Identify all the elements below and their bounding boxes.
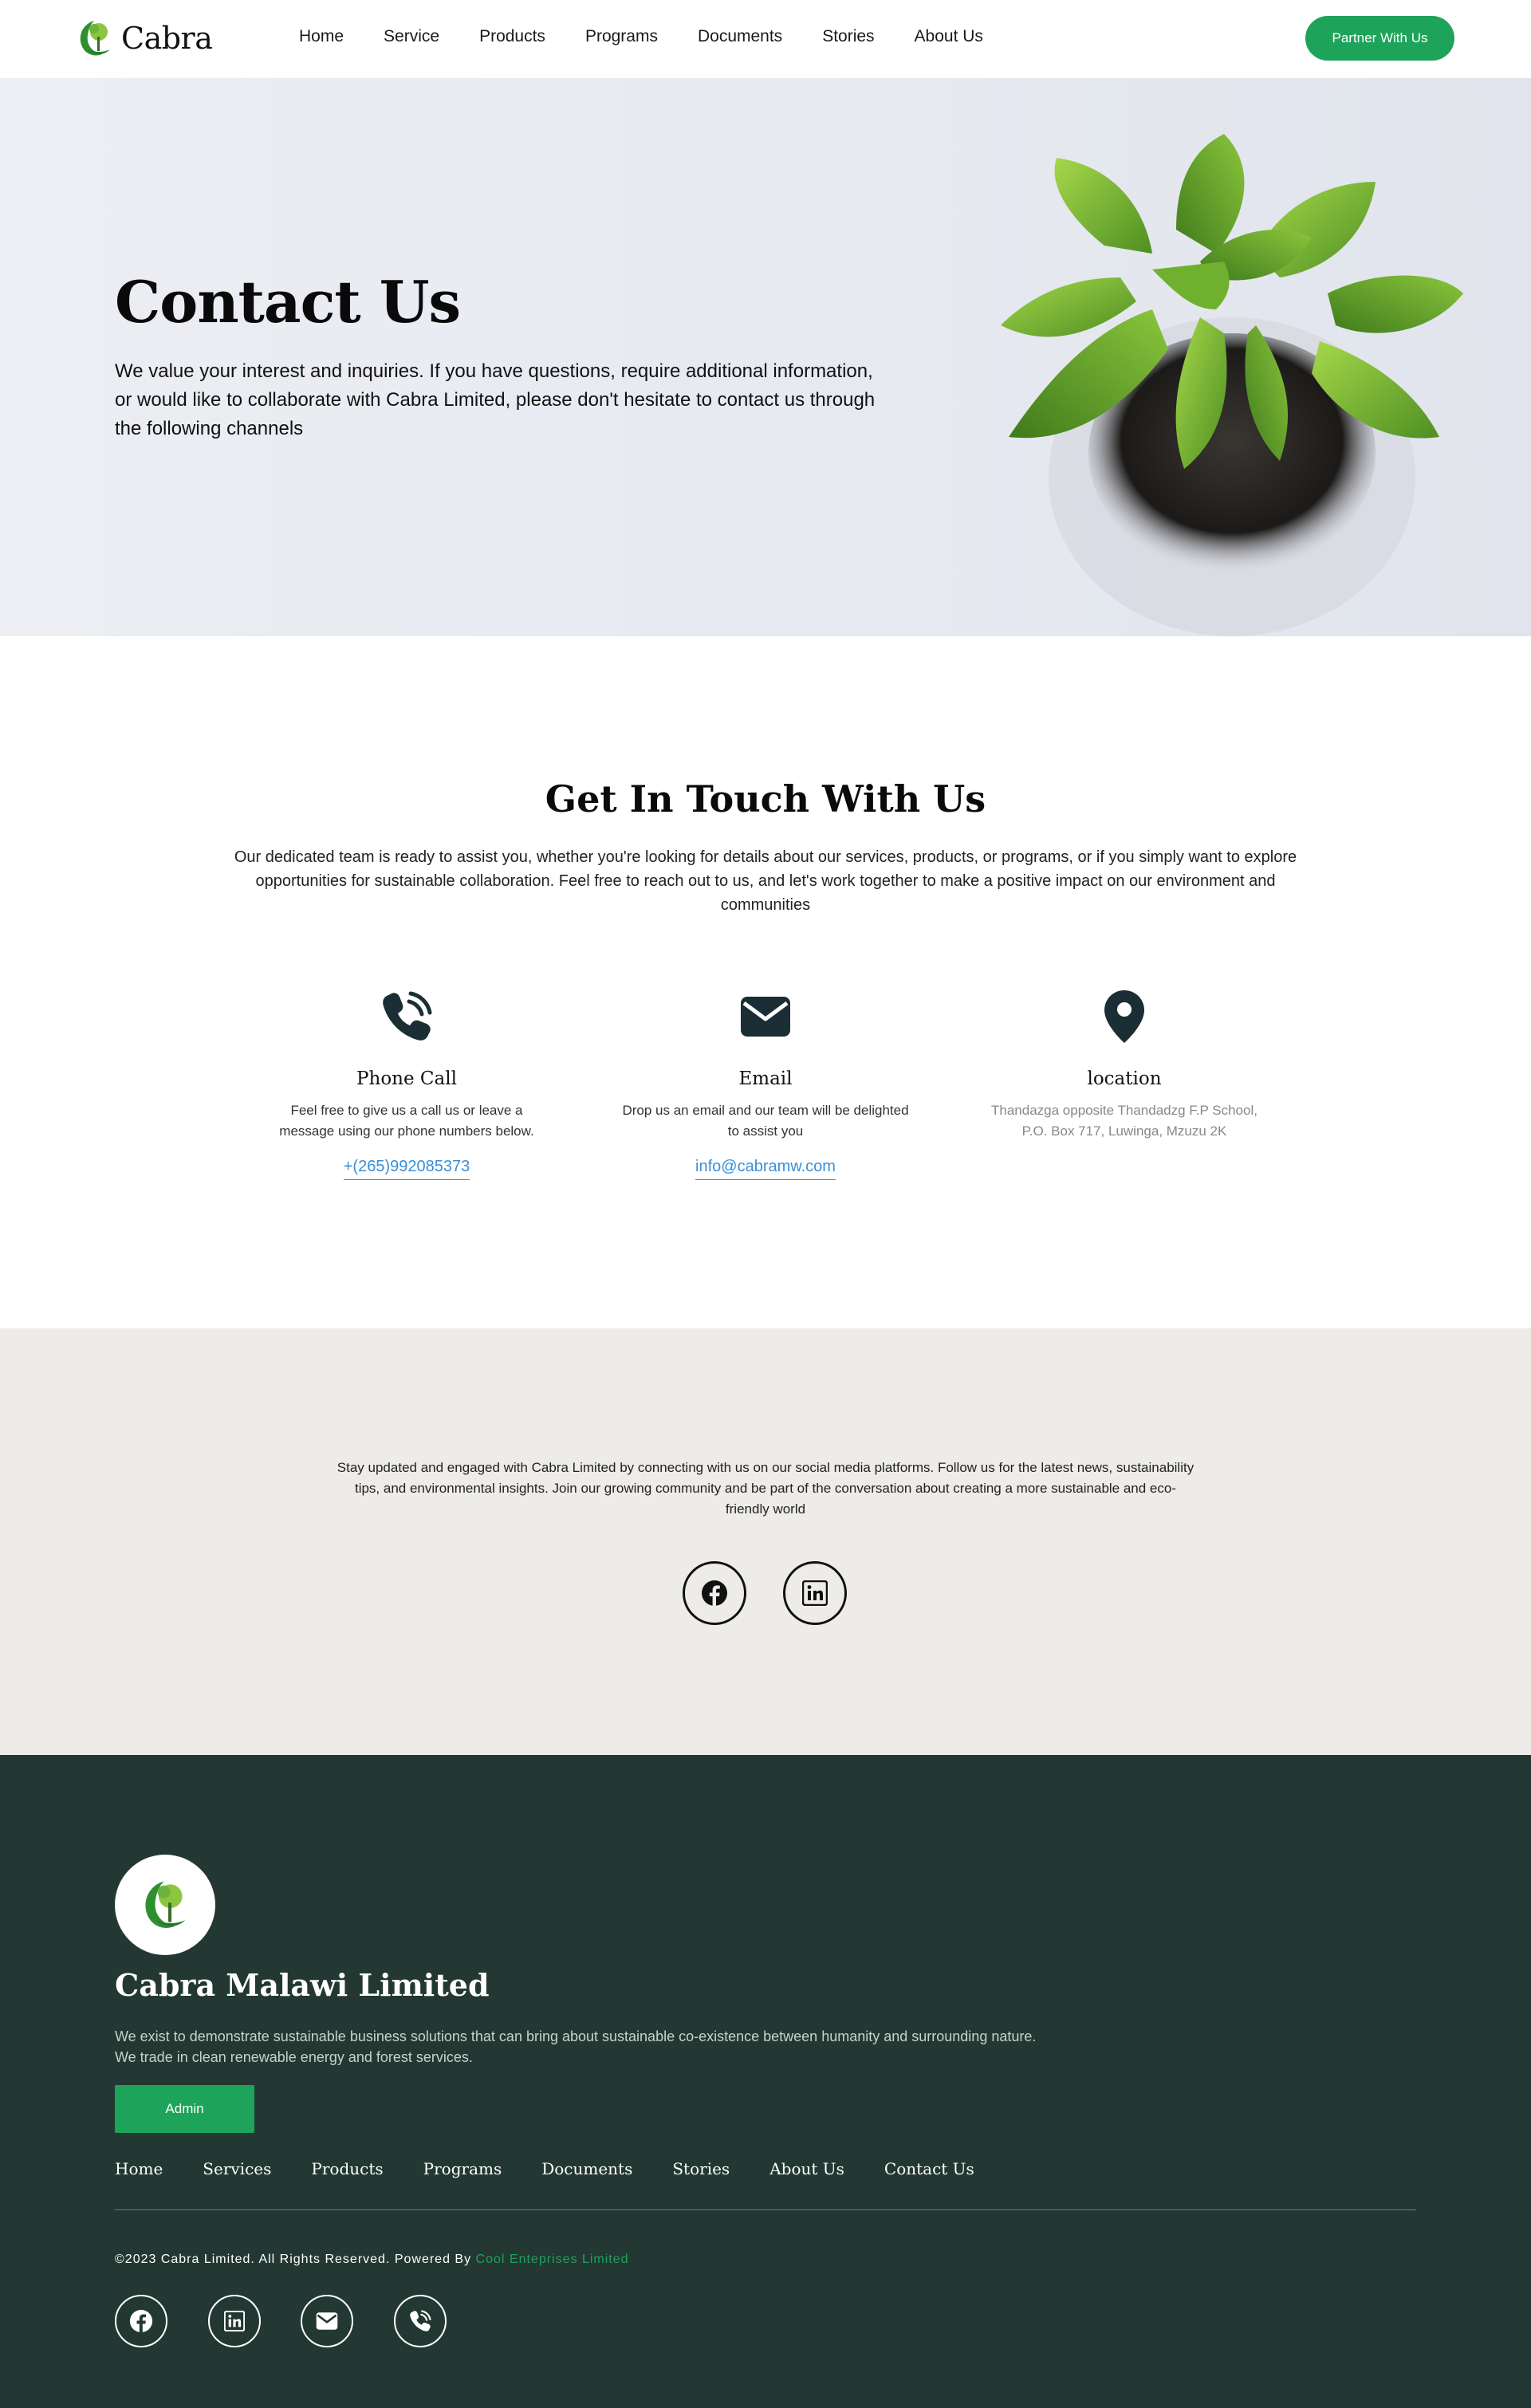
- footer-facebook-link[interactable]: [115, 2295, 167, 2347]
- facebook-link[interactable]: [683, 1561, 746, 1625]
- footer-link-home[interactable]: Home: [115, 2159, 163, 2178]
- copyright-text: ©2023 Cabra Limited. All Rights Reserved…: [115, 2253, 629, 2267]
- mint-plant-image: [1001, 134, 1463, 636]
- facebook-icon: [702, 1580, 727, 1607]
- facebook-icon: [129, 2309, 153, 2333]
- phone-icon: [383, 991, 432, 1041]
- nav-about-us[interactable]: About Us: [915, 27, 983, 46]
- hero-section: Contact Us We value your interest and in…: [0, 78, 1531, 636]
- footer-description: We exist to demonstrate sustainable busi…: [115, 2028, 1037, 2065]
- footer-link-contact-us[interactable]: Contact Us: [884, 2159, 974, 2178]
- main-nav: Home Service Products Programs Documents…: [299, 27, 1023, 46]
- nav-home[interactable]: Home: [299, 27, 344, 46]
- footer-nav: Home Services Products Programs Document…: [115, 2159, 1014, 2178]
- nav-service[interactable]: Service: [384, 27, 439, 46]
- site-footer: Cabra Malawi Limited We exist to demonst…: [0, 1755, 1531, 2408]
- footer-divider: [115, 2209, 1416, 2210]
- cabra-logo-icon: [80, 21, 110, 56]
- footer-link-about-us[interactable]: About Us: [769, 2159, 844, 2178]
- linkedin-icon: [224, 2311, 245, 2331]
- footer-link-services[interactable]: Services: [203, 2159, 271, 2178]
- cabra-logo-icon: [145, 1881, 186, 1928]
- linkedin-link[interactable]: [783, 1561, 847, 1625]
- footer-email-link[interactable]: [301, 2295, 353, 2347]
- email-card-text: Drop us an email and our team will be de…: [622, 1103, 909, 1139]
- nav-stories[interactable]: Stories: [822, 27, 874, 46]
- phone-card-text: Feel free to give us a call us or leave …: [279, 1103, 534, 1139]
- phone-card-title: Phone Call: [356, 1068, 457, 1089]
- nav-documents[interactable]: Documents: [698, 27, 782, 46]
- footer-linkedin-link[interactable]: [208, 2295, 261, 2347]
- footer-logo: [115, 1855, 215, 1955]
- email-card: Email Drop us an email and our team will…: [622, 989, 909, 1180]
- top-navbar: Cabra Home Service Products Programs Doc…: [0, 0, 1531, 78]
- email-link[interactable]: info@cabramw.com: [695, 1158, 836, 1180]
- social-section: Stay updated and engaged with Cabra Limi…: [0, 1328, 1531, 1755]
- footer-link-products[interactable]: Products: [311, 2159, 383, 2178]
- footer-phone-link[interactable]: [394, 2295, 447, 2347]
- linkedin-icon: [802, 1580, 828, 1606]
- footer-link-stories[interactable]: Stories: [672, 2159, 730, 2178]
- location-card-address: Thandazga opposite Thandadzg F.P School,…: [991, 1103, 1257, 1139]
- copyright-label: ©2023 Cabra Limited. All Rights Reserved…: [115, 2253, 472, 2266]
- brand-name: Cabra: [121, 21, 213, 56]
- envelope-icon: [741, 997, 790, 1037]
- location-card-title: location: [1087, 1068, 1162, 1089]
- get-in-touch-title: Get In Touch With Us: [545, 777, 986, 820]
- partner-with-us-button[interactable]: Partner With Us: [1305, 16, 1454, 61]
- envelope-icon: [316, 2312, 338, 2330]
- phone-card: Phone Call Feel free to give us a call u…: [263, 989, 550, 1180]
- powered-by-link[interactable]: Cool Enteprises Limited: [476, 2253, 629, 2266]
- admin-button[interactable]: Admin: [115, 2085, 254, 2133]
- nav-programs[interactable]: Programs: [585, 27, 658, 46]
- phone-icon: [410, 2310, 431, 2331]
- footer-company-name: Cabra Malawi Limited: [115, 1967, 490, 2003]
- email-card-title: Email: [738, 1068, 793, 1089]
- location-card: location Thandazga opposite Thandadzg F.…: [981, 989, 1268, 1142]
- social-description: Stay updated and engaged with Cabra Limi…: [337, 1460, 1194, 1517]
- brand-logo-link[interactable]: Cabra: [77, 18, 213, 59]
- footer-link-documents[interactable]: Documents: [541, 2159, 632, 2178]
- phone-number-link[interactable]: +(265)992085373: [343, 1158, 470, 1180]
- get-in-touch-description: Our dedicated team is ready to assist yo…: [234, 848, 1297, 914]
- footer-link-programs[interactable]: Programs: [423, 2159, 502, 2178]
- nav-products[interactable]: Products: [479, 27, 545, 46]
- hero-description: We value your interest and inquiries. If…: [115, 360, 876, 439]
- page-title: Contact Us: [115, 268, 461, 336]
- location-pin-icon: [1104, 990, 1144, 1043]
